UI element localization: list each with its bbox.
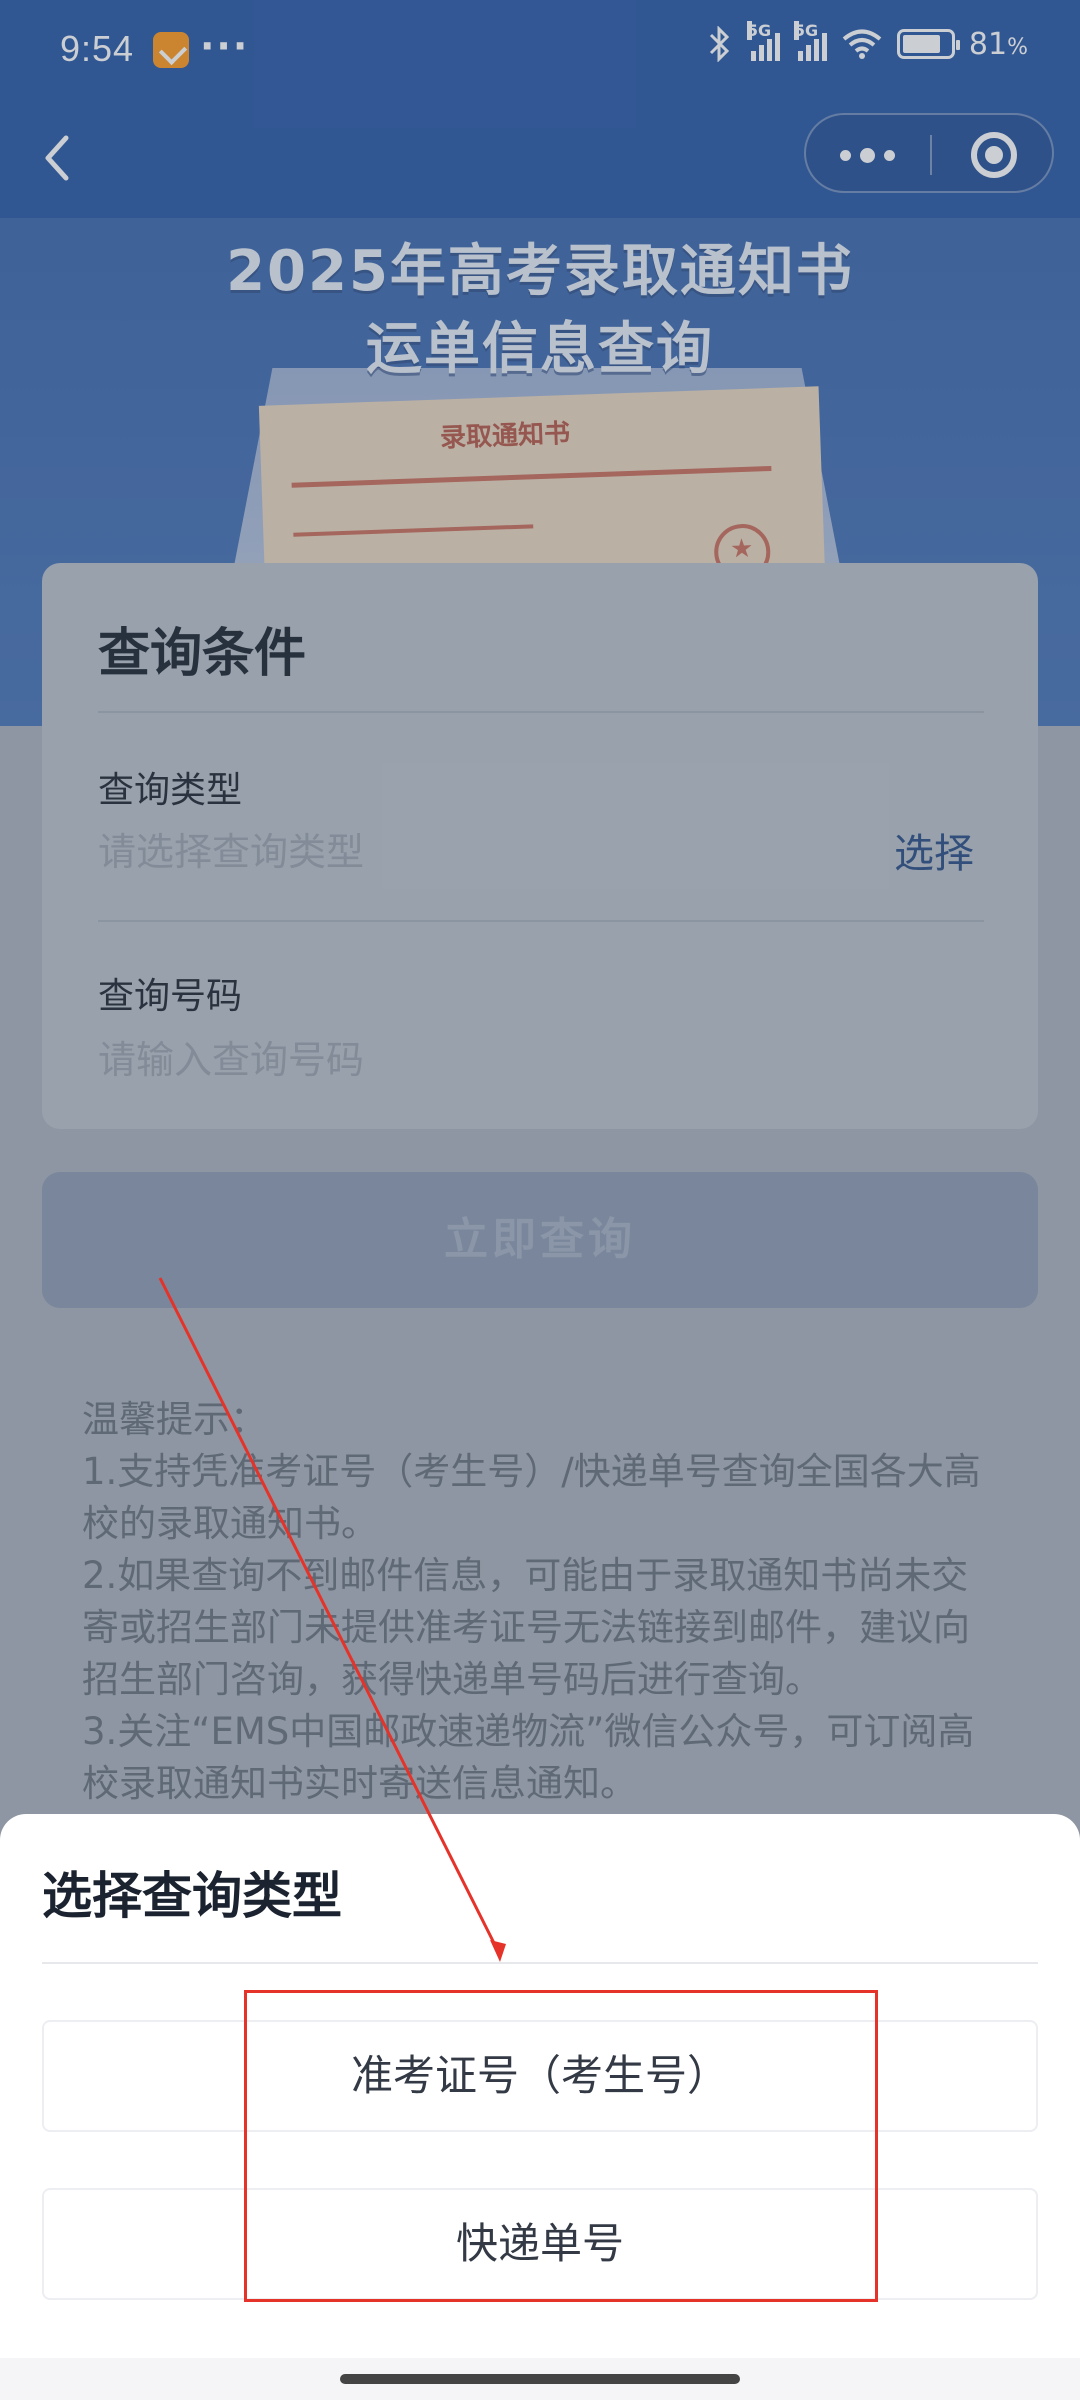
tips-item: 3.关注“EMS中国邮政速递物流”微信公众号，可订阅高校录取通知书实时寄送信息通… — [82, 1710, 975, 1805]
sheet-title: 选择查询类型 — [42, 1867, 342, 1925]
app-notification-icon — [153, 32, 189, 68]
tips-title: 温馨提示： — [82, 1398, 267, 1441]
select-type-button[interactable]: 选择 — [894, 821, 974, 879]
status-icons: 5G 5G 81% — [707, 21, 1028, 62]
capsule-divider — [930, 135, 932, 175]
home-indicator — [340, 2374, 740, 2384]
back-button[interactable] — [38, 128, 78, 188]
battery-level: 81% — [968, 26, 1028, 62]
query-number-input[interactable]: 请输入查询号码 — [98, 1029, 364, 1084]
nav-bar — [0, 100, 1080, 218]
more-notifications-icon: ··· — [200, 24, 250, 68]
divider — [42, 1962, 1038, 1964]
bluetooth-icon — [709, 26, 730, 62]
hero-title-line1: 2025年高考录取通知书 — [226, 239, 854, 304]
tips-item: 1.支持凭准考证号（考生号）/快递单号查询全国各大高校的录取通知书。 — [82, 1450, 981, 1545]
status-bar: 9:54 ··· 5G 5G 81% — [0, 0, 1080, 100]
signal-icon: 5G — [793, 21, 827, 61]
option-admission-ticket-number[interactable]: 准考证号（考生号） — [42, 2020, 1038, 2132]
query-type-label: 查询类型 — [98, 770, 243, 811]
query-type-field[interactable]: 请选择查询类型 — [98, 821, 364, 876]
battery-icon — [896, 29, 960, 59]
mini-program-capsule — [804, 113, 1054, 193]
hero-title-line2: 运单信息查询 — [366, 317, 714, 382]
divider — [98, 711, 984, 713]
top-bar: 9:54 ··· 5G 5G 81% — [0, 0, 1080, 218]
divider — [98, 920, 984, 922]
option-express-tracking-number[interactable]: 快递单号 — [42, 2188, 1038, 2300]
paper-title: 录取通知书 — [439, 418, 571, 454]
wifi-icon — [842, 29, 882, 59]
query-submit-button[interactable]: 立即查询 — [42, 1172, 1038, 1308]
tips-item: 2.如果查询不到邮件信息，可能由于录取通知书尚未交寄或招生部门未提供准考证号无法… — [82, 1554, 970, 1701]
close-mini-program-icon[interactable] — [971, 132, 1017, 178]
query-card-heading: 查询条件 — [98, 624, 307, 684]
query-number-label: 查询号码 — [98, 976, 243, 1017]
status-time: 9:54 — [60, 28, 135, 69]
signal-icon: 5G — [746, 21, 780, 61]
select-type-sheet: 选择查询类型 准考证号（考生号） 快递单号 — [0, 1814, 1080, 2400]
query-card: 查询条件 查询类型 请选择查询类型 选择 查询号码 请输入查询号码 — [42, 563, 1038, 1129]
more-dots-icon[interactable] — [840, 141, 900, 169]
